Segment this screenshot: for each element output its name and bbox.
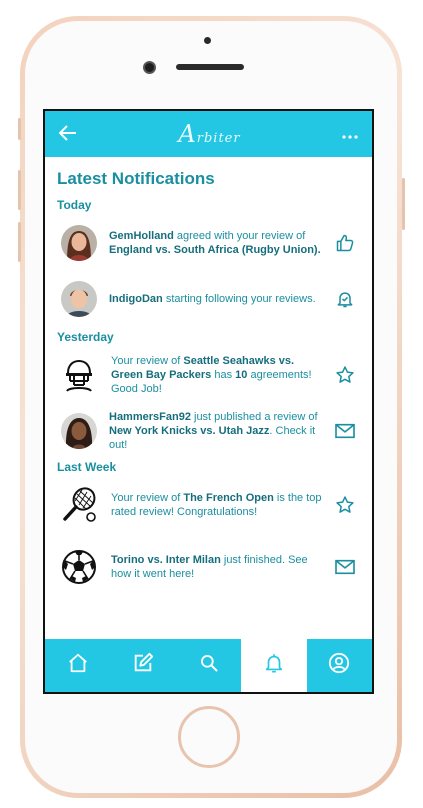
tennis-racket-icon (59, 485, 99, 525)
thumbs-up-icon[interactable] (330, 233, 360, 253)
football-helmet-icon (59, 355, 99, 395)
top-bar: Arbiter (45, 111, 372, 157)
bottom-nav (45, 639, 372, 692)
back-arrow-icon[interactable] (58, 123, 77, 145)
section-yesterday: Yesterday (57, 330, 114, 344)
power-button (402, 178, 405, 230)
search-icon (199, 653, 219, 678)
notification-text: Your review of The French Open is the to… (111, 492, 322, 518)
notifications-content: Latest Notifications Today GemHolland ag… (45, 157, 372, 641)
notification-item[interactable]: Torino vs. Inter Milan just finished. Se… (57, 542, 360, 592)
notification-text: GemHolland agreed with your review of En… (109, 230, 321, 256)
avatar (61, 281, 97, 317)
app-screen: Arbiter Latest Notifications Today GemHo… (43, 109, 374, 694)
app-logo: Arbiter (178, 120, 241, 148)
home-icon (67, 652, 89, 679)
star-icon[interactable] (330, 495, 360, 515)
mute-switch (18, 118, 21, 140)
more-dots-icon[interactable] (342, 124, 358, 145)
edit-icon (132, 652, 154, 679)
volume-up-button (18, 170, 21, 210)
notification-item[interactable]: GemHolland agreed with your review of En… (57, 218, 360, 268)
notification-text: IndigoDan starting following your review… (109, 293, 316, 305)
front-camera (143, 61, 156, 74)
soccer-ball-icon (59, 547, 99, 587)
bell-icon (263, 652, 285, 679)
section-last-week: Last Week (57, 460, 117, 474)
avatar (61, 413, 97, 449)
notification-item[interactable]: IndigoDan starting following your review… (57, 274, 360, 324)
mail-icon[interactable] (330, 558, 360, 576)
nav-search[interactable] (176, 639, 241, 692)
nav-home[interactable] (45, 639, 110, 692)
home-button[interactable] (178, 706, 240, 768)
proximity-sensor (204, 37, 211, 44)
avatar (61, 225, 97, 261)
profile-icon (328, 652, 350, 679)
nav-profile[interactable] (307, 639, 372, 692)
earpiece-speaker (176, 64, 244, 70)
notification-text: Your review of Seattle Seahawks vs. Gree… (111, 355, 312, 395)
section-today: Today (57, 198, 92, 212)
nav-notifications[interactable] (241, 639, 307, 692)
notification-item[interactable]: Your review of The French Open is the to… (57, 480, 360, 530)
mail-icon[interactable] (330, 422, 360, 440)
star-icon[interactable] (330, 365, 360, 385)
notification-item[interactable]: HammersFan92 just published a review of … (57, 406, 360, 456)
notification-item[interactable]: Your review of Seattle Seahawks vs. Gree… (57, 350, 360, 400)
nav-edit[interactable] (110, 639, 175, 692)
page-title: Latest Notifications (57, 169, 215, 188)
bell-check-icon[interactable] (330, 289, 360, 309)
notification-text: Torino vs. Inter Milan just finished. Se… (111, 554, 308, 580)
notification-text: HammersFan92 just published a review of … (109, 411, 318, 451)
volume-down-button (18, 222, 21, 262)
